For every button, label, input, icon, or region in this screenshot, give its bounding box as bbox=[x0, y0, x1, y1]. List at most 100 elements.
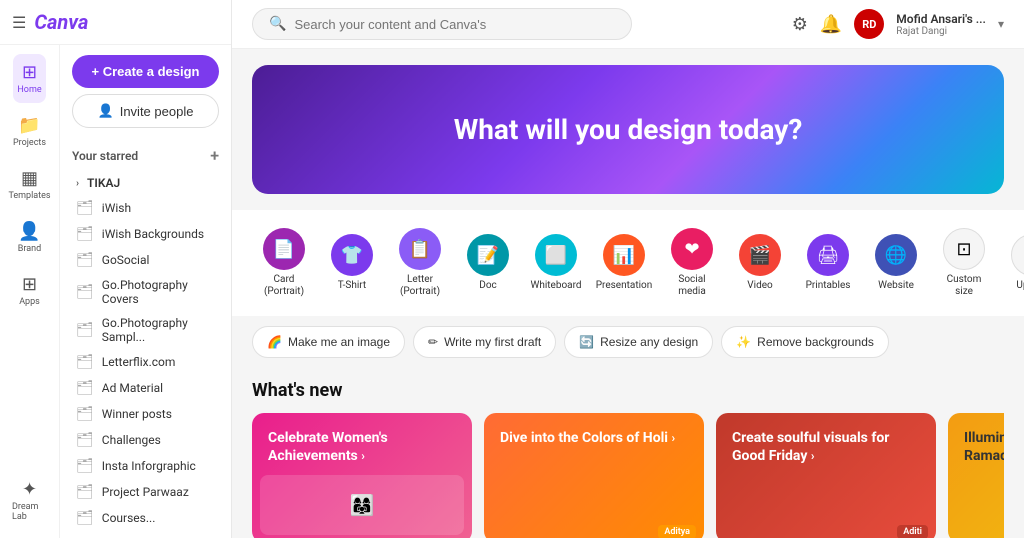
promo-cards-row: Celebrate Women's Achievements › 👩‍👩‍👧 D… bbox=[252, 413, 1004, 538]
promo-card-good-friday[interactable]: Create soulful visuals for Good Friday ›… bbox=[716, 413, 936, 538]
promo-card-ramadan[interactable]: Illuminate your designs with Ramadan vib… bbox=[948, 413, 1004, 538]
search-bar[interactable]: 🔍 bbox=[252, 8, 632, 40]
design-type-printables[interactable]: 🖨 Printables bbox=[796, 228, 860, 298]
notifications-icon[interactable]: 🔔 bbox=[820, 14, 842, 35]
design-type-letter[interactable]: 📋 Letter (Portrait) bbox=[388, 222, 452, 304]
make-image-button[interactable]: 🌈 Make me an image bbox=[252, 326, 405, 358]
folder-label: iWish Backgrounds bbox=[102, 227, 204, 241]
sidebar-item-projects-label: Projects bbox=[13, 138, 46, 148]
video-label: Video bbox=[747, 280, 772, 292]
templates-icon: ▦ bbox=[21, 168, 38, 189]
promo-card-womens[interactable]: Celebrate Women's Achievements › 👩‍👩‍👧 bbox=[252, 413, 472, 538]
invite-people-button[interactable]: 👤 Invite people bbox=[72, 94, 219, 128]
design-type-custom-size[interactable]: ⊡ Custom size bbox=[932, 222, 996, 304]
sidebar-item-templates-label: Templates bbox=[8, 191, 50, 201]
tshirt-label: T-Shirt bbox=[338, 280, 366, 292]
folder-item-gophotography-sample[interactable]: 🗂 Go.Photography Sampl... bbox=[72, 311, 219, 349]
folder-icon: 🗂 bbox=[76, 432, 94, 448]
folder-item-insta-infographic[interactable]: 🗂 Insta Inforgraphic bbox=[72, 453, 219, 479]
folder-item-iwish-bg[interactable]: 🗂 iWish Backgrounds bbox=[72, 221, 219, 247]
folder-item-tikaj[interactable]: › TIKAJ bbox=[72, 171, 219, 195]
folder-icon: 🗂 bbox=[76, 458, 94, 474]
sidebar-item-home[interactable]: ⊞ Home bbox=[13, 54, 45, 103]
folder-item-ad-material[interactable]: 🗂 Ad Material bbox=[72, 375, 219, 401]
sidebar-item-dreamlab[interactable]: ✦ Dream Lab bbox=[8, 471, 51, 530]
avatar: RD bbox=[854, 9, 884, 39]
folder-item-winner-posts[interactable]: 🗂 Winner posts bbox=[72, 401, 219, 427]
presentation-label: Presentation bbox=[596, 280, 653, 292]
design-type-upload[interactable]: ☁ Upload bbox=[1000, 228, 1024, 298]
folder-item-gosocial[interactable]: 🗂 GoSocial bbox=[72, 247, 219, 273]
folder-item-iwish[interactable]: 🗂 iWish bbox=[72, 195, 219, 221]
card-portrait-label: Card (Portrait) bbox=[258, 274, 310, 298]
custom-size-label: Custom size bbox=[938, 274, 990, 298]
folder-icon: 🗂 bbox=[76, 226, 94, 242]
user-sub: Rajat Dangi bbox=[896, 26, 986, 37]
card-portrait-icon: 📄 bbox=[263, 228, 305, 270]
folder-item-gophotography[interactable]: 🗂 Go.Photography Covers bbox=[72, 273, 219, 311]
hero-banner: What will you design today? bbox=[252, 65, 1004, 194]
sidebar-item-apps[interactable]: ⊞ Apps bbox=[15, 266, 44, 315]
design-type-social-media[interactable]: ❤ Social media bbox=[660, 222, 724, 304]
promo-card-holi[interactable]: Dive into the Colors of Holi › Aditya bbox=[484, 413, 704, 538]
folder-item-courses[interactable]: 🗂 Courses... bbox=[72, 505, 219, 531]
action-buttons: 🌈 Make me an image ✏ Write my first draf… bbox=[232, 316, 1024, 368]
hero-title: What will you design today? bbox=[272, 113, 984, 146]
website-label: Website bbox=[878, 280, 914, 292]
resize-button[interactable]: 🔄 Resize any design bbox=[564, 326, 713, 358]
folder-icon: 🗂 bbox=[76, 484, 94, 500]
folder-label: Challenges bbox=[102, 433, 161, 447]
chevron-icon: › bbox=[76, 178, 79, 189]
remove-bg-button[interactable]: ✨ Remove backgrounds bbox=[721, 326, 889, 358]
make-image-icon: 🌈 bbox=[267, 335, 282, 349]
whats-new-section: What's new Celebrate Women's Achievement… bbox=[232, 368, 1024, 538]
folder-icon: 🗂 bbox=[76, 510, 94, 526]
settings-icon[interactable]: ⚙ bbox=[792, 14, 808, 35]
design-type-video[interactable]: 🎬 Video bbox=[728, 228, 792, 298]
invite-icon: 👤 bbox=[98, 103, 114, 119]
design-type-presentation[interactable]: 📊 Presentation bbox=[592, 228, 656, 298]
folder-icon: 🗂 bbox=[76, 252, 94, 268]
folder-label: Ad Material bbox=[102, 381, 163, 395]
write-draft-button[interactable]: ✏ Write my first draft bbox=[413, 326, 556, 358]
sidebar-item-projects[interactable]: 📁 Projects bbox=[9, 107, 50, 156]
resize-icon: 🔄 bbox=[579, 335, 594, 349]
hamburger-icon[interactable]: ☰ bbox=[12, 13, 26, 32]
remove-bg-icon: ✨ bbox=[736, 335, 751, 349]
design-type-whiteboard[interactable]: ⬜ Whiteboard bbox=[524, 228, 588, 298]
sidebar-item-apps-label: Apps bbox=[19, 297, 40, 307]
sidebar-header: ☰ Canva bbox=[0, 0, 231, 45]
design-type-tshirt[interactable]: 👕 T-Shirt bbox=[320, 228, 384, 298]
user-chevron-icon[interactable]: ▾ bbox=[998, 17, 1004, 31]
printables-icon: 🖨 bbox=[807, 234, 849, 276]
topbar-right: ⚙ 🔔 RD Mofid Ansari's ... Rajat Dangi ▾ bbox=[792, 9, 1004, 39]
sidebar-item-home-label: Home bbox=[17, 85, 41, 95]
search-input[interactable] bbox=[294, 17, 615, 32]
folder-label: Go.Photography Sampl... bbox=[102, 316, 215, 344]
sidebar-item-templates[interactable]: ▦ Templates bbox=[4, 160, 54, 209]
folder-label: Letterflix.com bbox=[102, 355, 176, 369]
starred-header: Your starred + bbox=[72, 146, 219, 165]
sidebar-item-brand[interactable]: 👤 Brand bbox=[14, 213, 45, 262]
canva-logo: Canva bbox=[34, 10, 88, 34]
sidebar: ☰ Canva ⊞ Home 📁 Projects ▦ Templates 👤 … bbox=[0, 0, 232, 538]
video-icon: 🎬 bbox=[739, 234, 781, 276]
folder-item-project-parwaaz[interactable]: 🗂 Project Parwaaz bbox=[72, 479, 219, 505]
sidebar-item-brand-label: Brand bbox=[18, 244, 41, 254]
design-type-doc[interactable]: 📝 Doc bbox=[456, 228, 520, 298]
presentation-icon: 📊 bbox=[603, 234, 645, 276]
sidebar-nav: ⊞ Home 📁 Projects ▦ Templates 👤 Brand ⊞ … bbox=[0, 45, 60, 538]
folder-item-challenges[interactable]: 🗂 Challenges bbox=[72, 427, 219, 453]
create-design-button[interactable]: + Create a design bbox=[72, 55, 219, 88]
website-icon: 🌐 bbox=[875, 234, 917, 276]
whiteboard-label: Whiteboard bbox=[530, 280, 581, 292]
dreamlab-icon: ✦ bbox=[22, 479, 37, 500]
folder-item-letterflix[interactable]: 🗂 Letterflix.com bbox=[72, 349, 219, 375]
upload-label: Upload bbox=[1016, 280, 1024, 292]
add-starred-button[interactable]: + bbox=[210, 146, 219, 165]
folder-label: Winner posts bbox=[102, 407, 172, 421]
starred-section: Your starred + › TIKAJ 🗂 iWish 🗂 iWish B… bbox=[60, 138, 231, 538]
design-type-card[interactable]: 📄 Card (Portrait) bbox=[252, 222, 316, 304]
design-type-website[interactable]: 🌐 Website bbox=[864, 228, 928, 298]
social-media-icon: ❤ bbox=[671, 228, 713, 270]
